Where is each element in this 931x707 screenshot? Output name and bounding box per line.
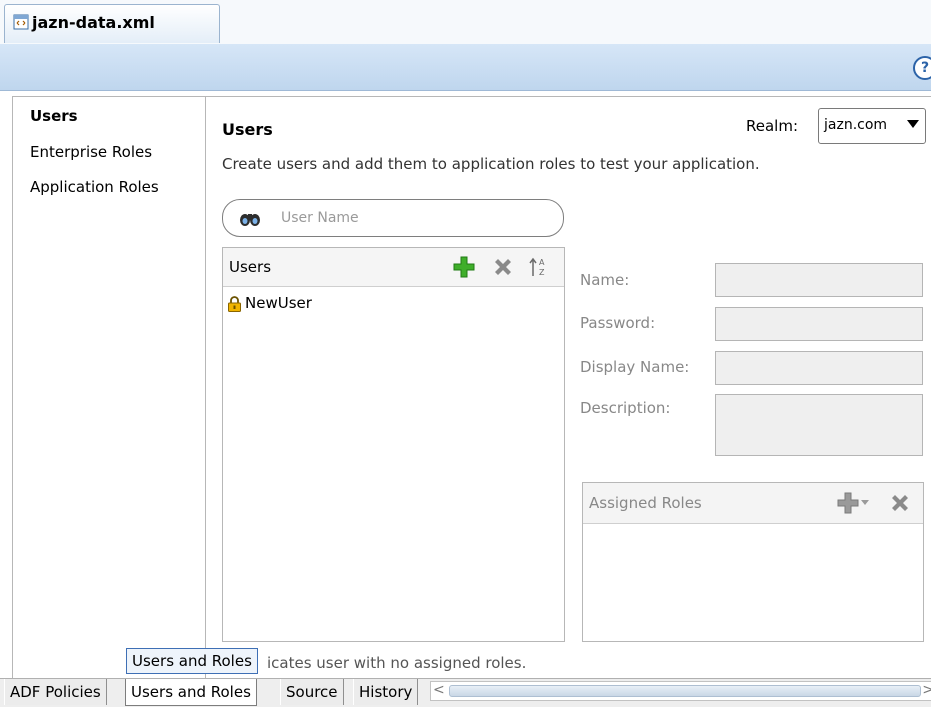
description-field: [715, 394, 923, 456]
scroll-left-icon[interactable]: <: [433, 682, 445, 698]
scrollbar-thumb[interactable]: [449, 685, 921, 697]
legend-text: icates user with no assigned roles.: [267, 654, 527, 672]
users-list-panel: Users A Z NewUser: [222, 247, 565, 642]
document-tab-label: jazn-data.xml: [32, 13, 155, 32]
binoculars-icon[interactable]: [239, 209, 261, 227]
document-tab[interactable]: jazn-data.xml: [4, 4, 220, 43]
svg-text:A: A: [539, 258, 545, 267]
assigned-roles-panel: Assigned Roles: [582, 482, 924, 642]
page-description: Create users and add them to application…: [222, 155, 760, 173]
chevron-down-icon: [907, 120, 919, 128]
help-icon[interactable]: ?: [913, 56, 931, 80]
scroll-right-icon[interactable]: >: [922, 682, 931, 698]
horizontal-scrollbar[interactable]: < >: [430, 681, 931, 701]
add-user-icon[interactable]: [453, 256, 475, 278]
name-label: Name:: [580, 271, 630, 289]
sort-az-icon[interactable]: A Z: [529, 256, 551, 278]
name-field: [715, 263, 923, 297]
section-nav: Users Enterprise Roles Application Roles: [12, 97, 206, 678]
tab-history[interactable]: History: [353, 679, 419, 705]
dropdown-arrow-icon: [861, 500, 869, 505]
delete-user-icon[interactable]: [492, 256, 514, 278]
lock-icon: [228, 296, 241, 312]
display-name-field: [715, 351, 923, 385]
password-field: [715, 307, 923, 341]
user-search-box: [222, 199, 564, 237]
svg-text:Z: Z: [539, 268, 545, 277]
display-name-label: Display Name:: [580, 358, 690, 376]
users-list-title: Users: [229, 258, 272, 276]
nav-item-users[interactable]: Users: [30, 107, 78, 125]
realm-value: jazn.com: [824, 117, 888, 133]
realm-select[interactable]: jazn.com: [818, 108, 926, 144]
realm-label: Realm:: [746, 117, 799, 135]
page-title: Users: [222, 120, 273, 139]
remove-role-icon: [892, 495, 908, 511]
user-search-input[interactable]: [279, 206, 553, 230]
tab-users-and-roles[interactable]: Users and Roles: [125, 679, 257, 706]
assigned-roles-header: Assigned Roles: [583, 483, 923, 524]
assigned-roles-title: Assigned Roles: [589, 494, 702, 512]
nav-item-enterprise-roles[interactable]: Enterprise Roles: [30, 143, 152, 161]
user-name: NewUser: [245, 294, 312, 312]
add-role-icon: [837, 492, 859, 514]
tab-adf-policies[interactable]: ADF Policies: [4, 679, 107, 705]
description-label: Description:: [580, 399, 671, 417]
editor-tab-strip: jazn-data.xml: [0, 0, 931, 45]
tab-tooltip: Users and Roles: [126, 648, 258, 674]
xml-file-icon: [13, 14, 29, 30]
nav-item-application-roles[interactable]: Application Roles: [30, 178, 159, 196]
tab-source[interactable]: Source: [280, 679, 344, 705]
password-label: Password:: [580, 314, 656, 332]
users-list-header: Users A Z: [223, 248, 564, 287]
editor-toolbar: ?: [0, 44, 931, 91]
